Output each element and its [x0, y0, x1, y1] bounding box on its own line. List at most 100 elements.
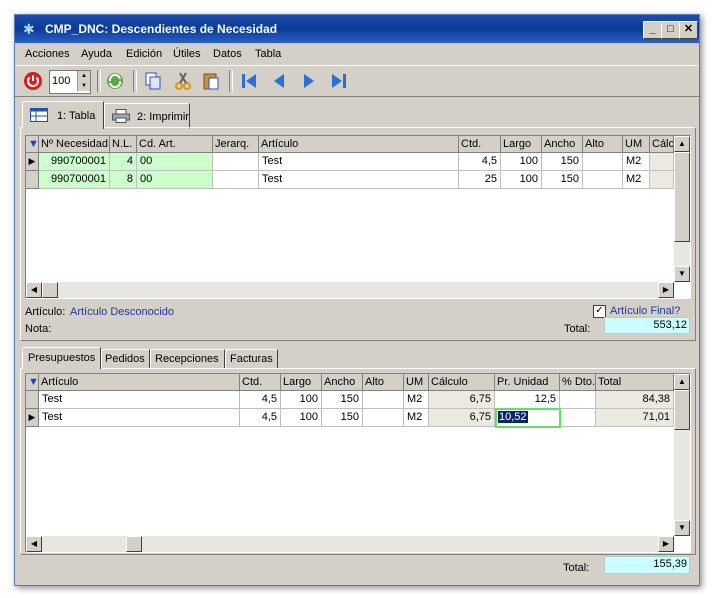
cell-alto[interactable]: [583, 153, 623, 171]
close-button[interactable]: ✕: [679, 21, 698, 39]
cell-cd-art[interactable]: 00: [137, 171, 213, 189]
col-header-um[interactable]: UM: [404, 374, 429, 391]
menu-datos[interactable]: Datos: [213, 48, 242, 60]
col-header-calculo[interactable]: Cálculo: [429, 374, 495, 391]
menu-utiles[interactable]: Útiles: [173, 48, 201, 60]
menu-tabla[interactable]: Tabla: [255, 48, 281, 60]
scroll-thumb[interactable]: [674, 152, 690, 242]
cell-necesidad[interactable]: 990700001: [39, 171, 110, 189]
cell-cd-art[interactable]: 00: [137, 153, 213, 171]
minimize-button[interactable]: _: [643, 21, 662, 39]
tab-recepciones[interactable]: Recepciones: [150, 349, 225, 369]
row-indicator[interactable]: [26, 171, 39, 189]
copy-icon[interactable]: [143, 71, 163, 91]
zoom-spinner[interactable]: 100 ▲ ▼: [49, 70, 91, 94]
cell-nl[interactable]: 8: [110, 171, 137, 189]
col-header-ctd[interactable]: Ctd.: [459, 136, 501, 153]
scroll-up-icon[interactable]: ▲: [674, 136, 690, 152]
scroll-right-icon[interactable]: ▶: [658, 282, 674, 298]
cell-total[interactable]: 71,01: [596, 409, 674, 427]
cell-ctd[interactable]: 4,5: [459, 153, 501, 171]
cut-icon[interactable]: [173, 71, 193, 91]
next-record-icon[interactable]: [299, 71, 319, 91]
cell-calculo[interactable]: [650, 153, 674, 171]
col-header-total[interactable]: Total: [596, 374, 674, 391]
scroll-left-icon[interactable]: ◀: [26, 536, 42, 552]
cell-calculo[interactable]: 6,75: [429, 391, 495, 409]
tab-tabla[interactable]: 1: Tabla: [22, 101, 104, 129]
scroll-thumb[interactable]: [42, 282, 58, 298]
scroll-thumb[interactable]: [126, 536, 142, 552]
cell-alto[interactable]: [363, 409, 404, 427]
cell-jerarq[interactable]: [213, 153, 259, 171]
power-icon[interactable]: [23, 71, 43, 91]
col-header-ancho[interactable]: Ancho: [542, 136, 583, 153]
cell-ctd[interactable]: 4,5: [240, 409, 281, 427]
col-header-dto[interactable]: % Dto.: [560, 374, 596, 391]
cell-um[interactable]: M2: [623, 171, 650, 189]
scroll-down-icon[interactable]: ▼: [674, 520, 690, 536]
cell-calculo[interactable]: [650, 171, 674, 189]
cell-pr-unidad[interactable]: 12,5: [495, 391, 560, 409]
cell-ctd[interactable]: 25: [459, 171, 501, 189]
row-indicator-icon[interactable]: ▶: [26, 153, 39, 171]
cell-articulo[interactable]: Test: [259, 171, 459, 189]
last-record-icon[interactable]: [329, 71, 349, 91]
col-header-ancho[interactable]: Ancho: [322, 374, 363, 391]
row-indicator[interactable]: [26, 391, 39, 409]
cell-alto[interactable]: [583, 171, 623, 189]
cell-total[interactable]: 84,38: [596, 391, 674, 409]
tab-pedidos[interactable]: Pedidos: [101, 349, 150, 369]
articulo-final-label[interactable]: Artículo Final?: [610, 305, 680, 317]
cell-dto[interactable]: [560, 391, 596, 409]
menu-acciones[interactable]: Acciones: [25, 48, 70, 60]
cell-dto[interactable]: [561, 409, 596, 427]
spin-down-icon[interactable]: ▼: [77, 81, 90, 91]
scroll-left-icon[interactable]: ◀: [26, 282, 42, 298]
previous-record-icon[interactable]: [269, 71, 289, 91]
title-bar[interactable]: ✱ CMP_DNC: Descendientes de Necesidad _ …: [15, 15, 699, 43]
paste-icon[interactable]: [201, 71, 221, 91]
cell-calculo[interactable]: 6,75: [429, 409, 495, 427]
cell-um[interactable]: M2: [404, 409, 429, 427]
cell-ancho[interactable]: 150: [542, 171, 583, 189]
cell-necesidad[interactable]: 990700001: [39, 153, 110, 171]
col-header-calculo[interactable]: Cálc: [650, 136, 674, 153]
maximize-button[interactable]: □: [661, 21, 680, 39]
cell-um[interactable]: M2: [623, 153, 650, 171]
menu-edicion[interactable]: Edición: [126, 48, 162, 60]
cell-largo[interactable]: 100: [501, 171, 542, 189]
vertical-scrollbar[interactable]: ▲ ▼: [674, 374, 690, 536]
col-header-cd-art[interactable]: Cd. Art.: [137, 136, 213, 153]
tab-imprimir[interactable]: 2: Imprimir: [104, 103, 190, 129]
scroll-thumb[interactable]: [674, 390, 690, 430]
col-header-ctd[interactable]: Ctd.: [240, 374, 281, 391]
vertical-scrollbar[interactable]: ▲ ▼: [674, 136, 690, 282]
cell-jerarq[interactable]: [213, 171, 259, 189]
col-header-pr-unidad[interactable]: Pr. Unidad: [495, 374, 560, 391]
cell-ancho[interactable]: 150: [322, 391, 363, 409]
cell-largo[interactable]: 100: [281, 409, 322, 427]
col-header-nl[interactable]: N.L.: [110, 136, 137, 153]
col-header-alto[interactable]: Alto: [583, 136, 623, 153]
cell-ancho[interactable]: 150: [322, 409, 363, 427]
col-header-largo[interactable]: Largo: [281, 374, 322, 391]
cell-articulo[interactable]: Test: [259, 153, 459, 171]
cell-articulo[interactable]: Test: [39, 409, 240, 427]
horizontal-scrollbar[interactable]: ◀ ▶: [26, 536, 674, 552]
col-header-um[interactable]: UM: [623, 136, 650, 153]
tab-presupuestos[interactable]: Presupuestos: [22, 347, 101, 369]
scroll-down-icon[interactable]: ▼: [674, 266, 690, 282]
col-header-jerarq[interactable]: Jerarq.: [213, 136, 259, 153]
spin-up-icon[interactable]: ▲: [77, 71, 90, 81]
menu-ayuda[interactable]: Ayuda: [81, 48, 112, 60]
column-chooser-icon[interactable]: ▼: [26, 374, 39, 391]
scroll-up-icon[interactable]: ▲: [674, 374, 690, 390]
scroll-right-icon[interactable]: ▶: [658, 536, 674, 552]
cell-ancho[interactable]: 150: [542, 153, 583, 171]
first-record-icon[interactable]: [239, 71, 259, 91]
col-header-articulo[interactable]: Artículo: [39, 374, 240, 391]
cell-ctd[interactable]: 4,5: [240, 391, 281, 409]
pr-unidad-edit-field[interactable]: 10,52: [495, 408, 561, 428]
refresh-icon[interactable]: [105, 71, 125, 91]
